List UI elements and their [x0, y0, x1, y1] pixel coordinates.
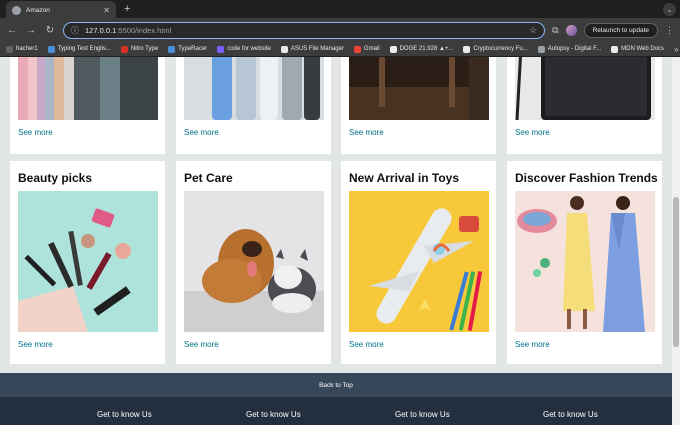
bookmark-icon: [6, 45, 13, 53]
tab-strip: Amazon ✕ + ⌄: [0, 0, 680, 19]
bookmark-icon: [168, 45, 176, 53]
profile-avatar[interactable]: [565, 24, 577, 36]
chevron-down-icon[interactable]: ⌄: [663, 3, 676, 16]
page-scrollbar[interactable]: [672, 57, 680, 425]
see-more-link[interactable]: See more: [18, 128, 53, 137]
see-more-link[interactable]: See more: [18, 340, 53, 349]
see-more-link[interactable]: See more: [515, 340, 550, 349]
product-card: See more: [507, 57, 662, 154]
bookmark-item[interactable]: ASUS File Manager: [280, 45, 344, 53]
product-card: See more: [10, 57, 165, 154]
bookmark-label: Typing Test Englis...: [57, 46, 111, 52]
page-viewport: See more See more See more See more Beau…: [0, 57, 680, 425]
card-title: Beauty picks: [18, 171, 93, 185]
see-more-link[interactable]: See more: [349, 128, 384, 137]
bookmark-icon: [463, 45, 471, 53]
bookmark-icon: [120, 45, 128, 53]
relaunch-button[interactable]: Relaunch to update: [583, 22, 658, 38]
bookmarks-overflow-button[interactable]: »: [674, 45, 678, 54]
bottles-image: [184, 57, 324, 120]
bookmark-item[interactable]: Gmail: [353, 45, 380, 53]
globe-icon: [12, 5, 21, 15]
footer-column-heading[interactable]: Get to know Us: [97, 410, 152, 419]
footer-column-heading[interactable]: Get to know Us: [543, 410, 598, 419]
reload-icon[interactable]: ↻: [44, 25, 56, 36]
textile-image: [18, 57, 158, 120]
bookmark-item[interactable]: Autopsy - Digital F...: [537, 45, 602, 53]
bookmark-icon: [47, 45, 55, 53]
bookmark-label: hacher1: [16, 46, 38, 52]
card-title: Discover Fashion Trends: [515, 171, 658, 185]
bookmark-item[interactable]: code for website: [217, 45, 271, 53]
footer-column-heading[interactable]: Get to know Us: [246, 410, 301, 419]
scrollbar-thumb[interactable]: [673, 197, 679, 347]
bookmark-icon: [537, 45, 545, 53]
bookmark-icon: [611, 45, 619, 53]
url-path: :5500/index.html: [116, 25, 172, 35]
category-card-pet-care: Pet Care See more: [176, 161, 331, 364]
bookmark-label: code for website: [227, 46, 271, 52]
browser-tab[interactable]: Amazon ✕: [6, 1, 116, 19]
bookmark-item[interactable]: MDN Web Docs: [611, 45, 665, 53]
bookmark-icon: [389, 45, 397, 53]
bookmark-icon: [217, 45, 225, 53]
footer-column-heading[interactable]: Get to know Us: [395, 410, 450, 419]
bookmark-label: MDN Web Docs: [621, 46, 665, 52]
category-card-fashion: Discover Fashion Trends See more: [507, 161, 662, 364]
new-tab-button[interactable]: +: [124, 3, 130, 15]
card-title: New Arrival in Toys: [349, 171, 460, 185]
back-arrow-icon[interactable]: ←: [6, 25, 18, 36]
browser-toolbar: ← → ↻ ⓘ 127.0.0.1:5500/index.html ☆ ⧉ Re…: [0, 18, 680, 42]
bookmarks-bar: hacher1 Typing Test Englis... Nitro Type Ty…: [0, 42, 680, 57]
furniture-image: [349, 57, 489, 120]
category-card-toys: New Arrival in Toys See more: [341, 161, 496, 364]
bookmark-label: Cryptocurrency Fu...: [473, 46, 528, 52]
star-icon[interactable]: ☆: [529, 25, 537, 36]
product-card: See more: [176, 57, 331, 154]
see-more-link[interactable]: See more: [184, 340, 219, 349]
see-more-link[interactable]: See more: [184, 128, 219, 137]
card-title: Pet Care: [184, 171, 233, 185]
category-card-beauty: Beauty picks See more: [10, 161, 165, 364]
back-to-top-button[interactable]: Back to Top: [0, 373, 672, 397]
bookmark-label: ASUS File Manager: [290, 46, 344, 52]
bookmark-icon: [353, 45, 361, 53]
see-more-link[interactable]: See more: [515, 128, 550, 137]
bookmark-item[interactable]: hacher1: [6, 45, 38, 53]
forward-arrow-icon[interactable]: →: [25, 25, 37, 36]
info-icon[interactable]: ⓘ: [71, 25, 79, 36]
bookmark-item[interactable]: DOGE 21.928 ▲+...: [389, 45, 454, 53]
product-card: See more: [341, 57, 496, 154]
close-icon[interactable]: ✕: [103, 6, 110, 15]
bookmark-label: Autopsy - Digital F...: [547, 46, 602, 52]
bookmark-icon: [280, 45, 288, 53]
tab-title: Amazon: [26, 6, 50, 14]
more-menu-icon[interactable]: ⋮: [665, 25, 674, 36]
fashion-models-image[interactable]: [515, 191, 655, 332]
bookmark-item[interactable]: Typing Test Englis...: [47, 45, 111, 53]
bookmark-label: Nitro Type: [130, 46, 159, 52]
bookmark-label: DOGE 21.928 ▲+...: [399, 46, 454, 52]
bookmark-item[interactable]: Cryptocurrency Fu...: [463, 45, 528, 53]
address-bar[interactable]: ⓘ 127.0.0.1:5500/index.html ☆: [63, 21, 546, 39]
dog-and-cat-image[interactable]: [184, 191, 324, 332]
cosmetics-image[interactable]: [18, 191, 158, 332]
bookmark-item[interactable]: Nitro Type: [120, 45, 159, 53]
footer: Get to know Us Get to know Us Get to kno…: [0, 397, 672, 425]
bookmark-item[interactable]: TypeRacer: [168, 45, 208, 53]
url-host: 127.0.0.1: [85, 25, 117, 35]
bookmark-label: TypeRacer: [178, 46, 208, 52]
phone-image: [515, 57, 655, 120]
bookmark-label: Gmail: [363, 46, 380, 52]
url-text[interactable]: 127.0.0.1:5500/index.html: [85, 26, 523, 35]
see-more-link[interactable]: See more: [349, 340, 384, 349]
extensions-icon[interactable]: ⧉: [552, 25, 558, 36]
toy-plane-image[interactable]: [349, 191, 489, 332]
